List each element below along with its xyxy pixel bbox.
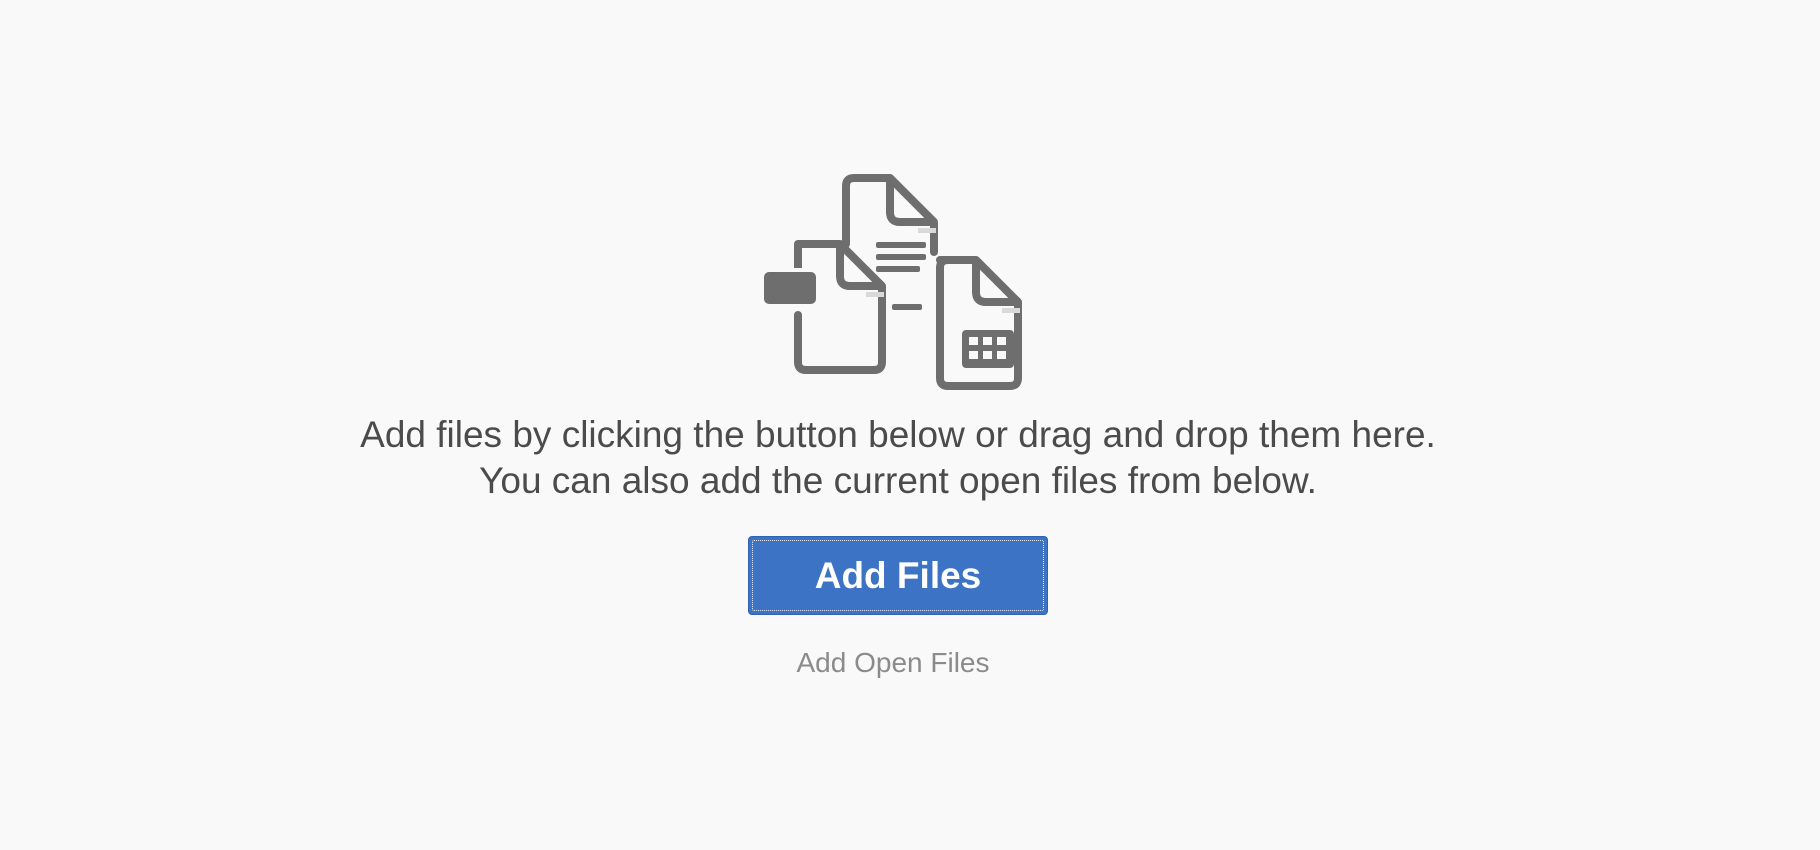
add-open-files-link[interactable]: Add Open Files	[0, 646, 1786, 680]
multiple-documents-icon	[760, 170, 1040, 400]
spreadsheet-document-icon	[936, 256, 1022, 390]
instructions-text: Add files by clicking the button below o…	[0, 412, 1796, 504]
text-document-icon	[842, 174, 938, 310]
add-files-label: Add Files	[814, 555, 982, 596]
instructions-line-1: Add files by clicking the button below o…	[360, 414, 1436, 455]
instructions-line-2: You can also add the current open files …	[479, 460, 1317, 501]
add-files-button[interactable]: Add Files	[748, 536, 1048, 615]
add-files-empty-state: Add files by clicking the button below o…	[0, 0, 1820, 850]
tagged-document-icon	[764, 240, 886, 374]
